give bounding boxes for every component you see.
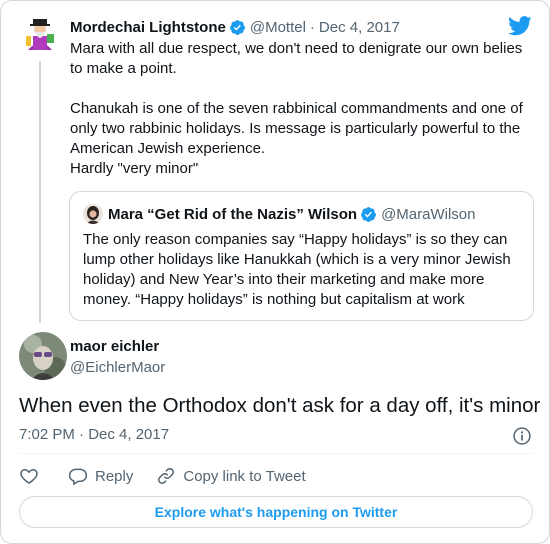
actions-divider: [19, 453, 533, 454]
copy-link-button[interactable]: Copy link to Tweet: [156, 466, 306, 486]
verified-badge-icon: [229, 19, 245, 35]
parent-paragraph-1: Mara with all due respect, we don't need…: [70, 40, 523, 77]
tweet-actions: Reply Copy link to Tweet: [19, 465, 306, 487]
quoted-handle: @MaraWilson: [381, 205, 476, 223]
header-separator: ·: [309, 18, 315, 36]
info-icon[interactable]: [512, 426, 532, 446]
thread-connector-line: [39, 61, 41, 323]
parent-paragraph-3: Hardly "very minor": [70, 160, 199, 177]
link-icon: [158, 468, 175, 484]
quoted-tweet-header: Mara “Get Rid of the Nazis” Wilson @Mara…: [83, 204, 475, 224]
parent-date[interactable]: Dec 4, 2017: [319, 19, 400, 36]
twitter-bird-icon[interactable]: [508, 16, 532, 36]
parent-paragraph-2: Chanukah is one of the seven rabbinical …: [70, 100, 523, 157]
main-avatar[interactable]: [19, 332, 67, 380]
main-handle[interactable]: @EichlerMaor: [70, 359, 165, 376]
main-tweet-text: When even the Orthodox don't ask for a d…: [19, 394, 541, 417]
reply-icon: [68, 468, 88, 485]
parent-display-name[interactable]: Mordechai Lightstone: [70, 19, 226, 36]
copy-link-label: Copy link to Tweet: [183, 467, 306, 485]
verified-badge-icon: [361, 206, 376, 222]
quoted-display-name: Mara “Get Rid of the Nazis” Wilson: [108, 205, 358, 223]
tweet-embed-card: Mordechai Lightstone @Mottel · Dec 4, 20…: [0, 0, 550, 544]
explore-twitter-button[interactable]: Explore what's happening on Twitter: [19, 496, 533, 528]
tweet-timestamp[interactable]: 7:02 PM · Dec 4, 2017: [19, 426, 169, 443]
reply-label: Reply: [95, 467, 134, 485]
heart-icon: [20, 469, 38, 484]
reply-button[interactable]: Reply: [68, 466, 133, 486]
parent-tweet-header: Mordechai Lightstone @Mottel · Dec 4, 20…: [70, 17, 400, 37]
parent-avatar[interactable]: [20, 14, 60, 54]
quoted-tweet[interactable]: Mara “Get Rid of the Nazis” Wilson @Mara…: [69, 191, 534, 321]
like-button[interactable]: [19, 466, 39, 486]
parent-tweet-text: Mara with all due respect, we don't need…: [70, 39, 535, 179]
quoted-tweet-text: The only reason companies say “Happy hol…: [83, 231, 511, 308]
main-display-name[interactable]: maor eichler: [70, 338, 159, 355]
quoted-avatar: [83, 204, 103, 224]
parent-handle[interactable]: @Mottel: [250, 19, 306, 36]
